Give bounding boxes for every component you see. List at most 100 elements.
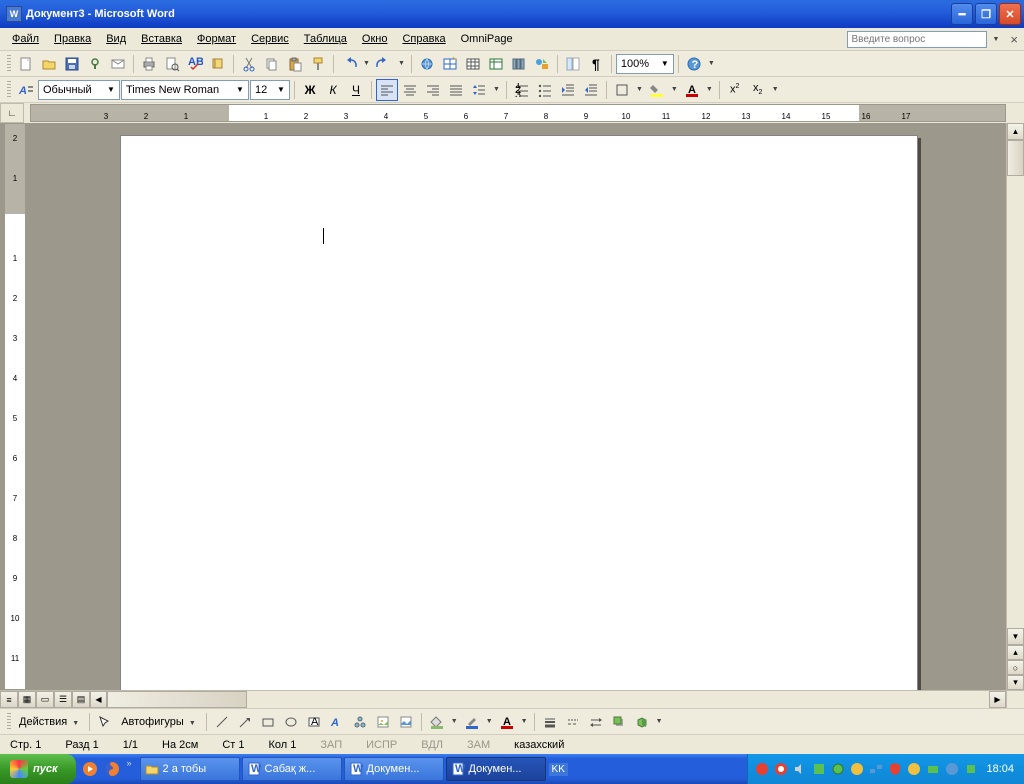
menu-insert[interactable]: Вставка bbox=[135, 31, 188, 47]
grip-icon[interactable] bbox=[7, 713, 11, 731]
menu-table[interactable]: Таблица bbox=[298, 31, 353, 47]
toolbar-options-icon[interactable]: ▼ bbox=[706, 60, 717, 67]
borders-button[interactable] bbox=[611, 79, 633, 101]
cut-button[interactable] bbox=[238, 53, 260, 75]
menu-format[interactable]: Формат bbox=[191, 31, 242, 47]
tray-icon[interactable] bbox=[773, 761, 789, 777]
clock[interactable]: 18:04 bbox=[982, 763, 1018, 775]
tray-icon[interactable] bbox=[906, 761, 922, 777]
highlight-button[interactable] bbox=[646, 79, 668, 101]
line-color-dropdown-icon[interactable]: ▼ bbox=[484, 718, 495, 725]
fill-color-button[interactable] bbox=[426, 711, 448, 733]
increase-indent-button[interactable] bbox=[580, 79, 602, 101]
status-language[interactable]: казахский bbox=[509, 739, 569, 751]
tray-icon[interactable] bbox=[754, 761, 770, 777]
horizontal-ruler[interactable]: 3211234567891011121314151617 bbox=[30, 104, 1006, 122]
menu-tools[interactable]: Сервис bbox=[245, 31, 295, 47]
horizontal-scrollbar[interactable]: ◀ ▶ bbox=[90, 691, 1006, 708]
web-view-button[interactable]: ▦ bbox=[18, 691, 36, 708]
tray-icon[interactable] bbox=[963, 761, 979, 777]
quicklaunch-expand-icon[interactable]: » bbox=[124, 758, 135, 780]
tray-icon[interactable] bbox=[944, 761, 960, 777]
numbering-button[interactable]: 123 bbox=[511, 79, 533, 101]
insert-table-button[interactable] bbox=[462, 53, 484, 75]
tray-icon[interactable] bbox=[811, 761, 827, 777]
drawing-actions-menu[interactable]: Действия ▼ bbox=[15, 716, 85, 728]
clipart-button[interactable] bbox=[372, 711, 394, 733]
undo-button[interactable] bbox=[338, 53, 360, 75]
help-button[interactable]: ? bbox=[683, 53, 705, 75]
scroll-thumb[interactable] bbox=[1007, 140, 1024, 176]
vertical-scrollbar[interactable]: ▲ ▼ ▴ ○ ▾ bbox=[1006, 123, 1024, 690]
language-indicator[interactable]: KK bbox=[549, 763, 568, 776]
tray-shield-icon[interactable] bbox=[887, 761, 903, 777]
italic-button[interactable]: К bbox=[322, 79, 344, 101]
tray-icon[interactable] bbox=[849, 761, 865, 777]
styles-button[interactable]: A bbox=[15, 79, 37, 101]
tab-selector[interactable]: ∟ bbox=[0, 103, 24, 123]
drawing-button[interactable] bbox=[531, 53, 553, 75]
tables-borders-button[interactable] bbox=[439, 53, 461, 75]
taskbar-button[interactable]: 2 а тобы bbox=[140, 757, 240, 781]
fill-color-dropdown-icon[interactable]: ▼ bbox=[449, 718, 460, 725]
superscript-button[interactable]: x2 bbox=[724, 79, 746, 101]
close-button[interactable]: ✕ bbox=[999, 3, 1021, 25]
page[interactable] bbox=[120, 135, 918, 690]
quicklaunch-player-icon[interactable] bbox=[80, 758, 100, 780]
line-spacing-button[interactable] bbox=[468, 79, 490, 101]
prev-page-button[interactable]: ▴ bbox=[1007, 645, 1024, 660]
status-section[interactable]: Разд 1 bbox=[60, 739, 103, 751]
textbox-button[interactable]: A bbox=[303, 711, 325, 733]
grip-icon[interactable] bbox=[7, 81, 11, 99]
start-button[interactable]: пуск bbox=[0, 754, 76, 784]
line-button[interactable] bbox=[211, 711, 233, 733]
print-button[interactable] bbox=[138, 53, 160, 75]
align-center-button[interactable] bbox=[399, 79, 421, 101]
align-justify-button[interactable] bbox=[445, 79, 467, 101]
status-ext[interactable]: ВДЛ bbox=[416, 739, 448, 751]
reading-view-button[interactable]: ▤ bbox=[72, 691, 90, 708]
status-page[interactable]: Стр. 1 bbox=[5, 739, 46, 751]
permission-button[interactable] bbox=[84, 53, 106, 75]
scroll-down-button[interactable]: ▼ bbox=[1007, 628, 1024, 645]
oval-button[interactable] bbox=[280, 711, 302, 733]
vertical-ruler[interactable]: 211234567891011 bbox=[4, 123, 26, 690]
font-color-drawing-dropdown-icon[interactable]: ▼ bbox=[519, 718, 530, 725]
print-view-button[interactable]: ▭ bbox=[36, 691, 54, 708]
rectangle-button[interactable] bbox=[257, 711, 279, 733]
diagram-button[interactable] bbox=[349, 711, 371, 733]
subscript-button[interactable]: x2 bbox=[747, 79, 769, 101]
insert-picture-button[interactable] bbox=[395, 711, 417, 733]
font-color-button[interactable]: A bbox=[681, 79, 703, 101]
spacing-dropdown-icon[interactable]: ▼ bbox=[491, 86, 502, 93]
size-combo[interactable]: 12▼ bbox=[250, 80, 290, 100]
menu-edit[interactable]: Правка bbox=[48, 31, 97, 47]
redo-dropdown-icon[interactable]: ▼ bbox=[396, 60, 407, 67]
menu-omnipage[interactable]: OmniPage bbox=[455, 31, 519, 47]
copy-button[interactable] bbox=[261, 53, 283, 75]
document-canvas[interactable] bbox=[26, 123, 1006, 690]
normal-view-button[interactable]: ≡ bbox=[0, 691, 18, 708]
underline-button[interactable]: Ч bbox=[345, 79, 367, 101]
menu-file[interactable]: Файл bbox=[6, 31, 45, 47]
tray-volume-icon[interactable] bbox=[792, 761, 808, 777]
menu-window[interactable]: Окно bbox=[356, 31, 394, 47]
menu-view[interactable]: Вид bbox=[100, 31, 132, 47]
grip-icon[interactable] bbox=[7, 55, 11, 73]
taskbar-button[interactable]: WДокумен... bbox=[344, 757, 444, 781]
redo-button[interactable] bbox=[373, 53, 395, 75]
taskbar-button[interactable]: WДокумен... bbox=[446, 757, 546, 781]
dash-style-button[interactable] bbox=[562, 711, 584, 733]
hscroll-thumb[interactable] bbox=[107, 691, 247, 708]
open-button[interactable] bbox=[38, 53, 60, 75]
tray-network-icon[interactable] bbox=[868, 761, 884, 777]
autoshapes-menu[interactable]: Автофигуры ▼ bbox=[117, 716, 202, 728]
scroll-right-button[interactable]: ▶ bbox=[989, 691, 1006, 708]
3d-button[interactable] bbox=[631, 711, 653, 733]
next-page-button[interactable]: ▾ bbox=[1007, 675, 1024, 690]
tray-usb-icon[interactable] bbox=[830, 761, 846, 777]
quicklaunch-firefox-icon[interactable] bbox=[102, 758, 122, 780]
tray-icon[interactable] bbox=[925, 761, 941, 777]
status-ovr[interactable]: ЗАМ bbox=[462, 739, 495, 751]
font-color-drawing-button[interactable]: A bbox=[496, 711, 518, 733]
